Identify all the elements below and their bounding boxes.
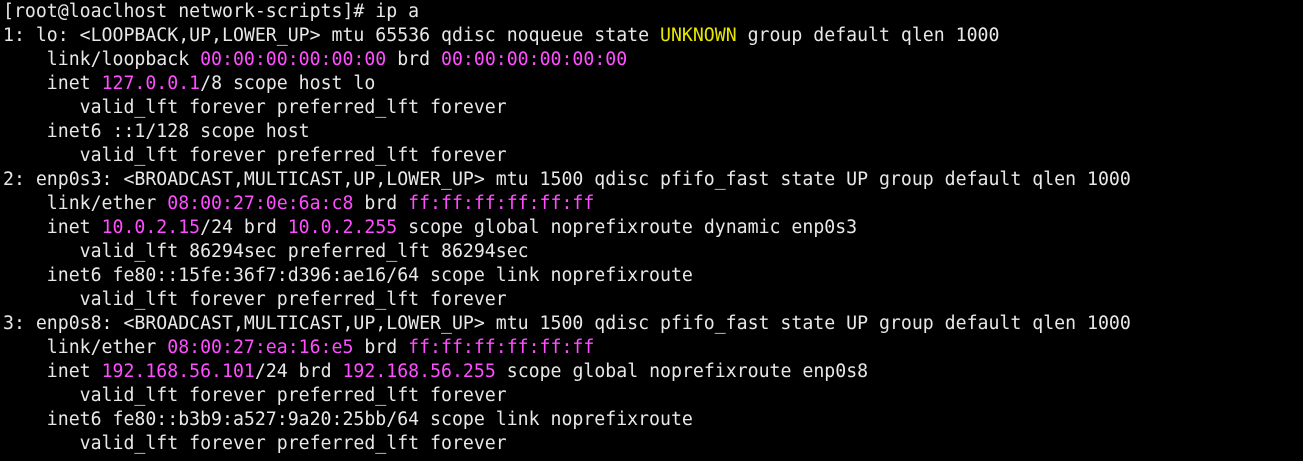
output-text: inet6 ::1/128 scope host (3, 121, 310, 142)
output-line: inet 192.168.56.101/24 brd 192.168.56.25… (3, 360, 1303, 384)
output-line: valid_lft forever preferred_lft forever (3, 384, 1303, 408)
output-line: 3: enp0s8: <BROADCAST,MULTICAST,UP,LOWER… (3, 312, 1303, 336)
output-text: brd (353, 337, 409, 358)
output-line: 2: enp0s3: <BROADCAST,MULTICAST,UP,LOWER… (3, 168, 1303, 192)
state-value: UNKNOWN (660, 25, 737, 46)
output-line: 1: lo: <LOOPBACK,UP,LOWER_UP> mtu 65536 … (3, 24, 1303, 48)
output-text: inet6 fe80::b3b9:a527:9a20:25bb/64 scope… (3, 409, 693, 430)
output-line: valid_lft forever preferred_lft forever (3, 96, 1303, 120)
output-text: inet (3, 217, 102, 238)
address-value: ff:ff:ff:ff:ff:ff (408, 193, 595, 214)
output-text: 3: enp0s8: <BROADCAST,MULTICAST,UP,LOWER… (3, 313, 1131, 334)
output-text: 2: enp0s3: <BROADCAST,MULTICAST,UP,LOWER… (3, 169, 1131, 190)
output-text: valid_lft forever preferred_lft forever (3, 145, 507, 166)
output-line: inet 10.0.2.15/24 brd 10.0.2.255 scope g… (3, 216, 1303, 240)
address-value: 00:00:00:00:00:00 (200, 49, 387, 70)
output-line: valid_lft 86294sec preferred_lft 86294se… (3, 240, 1303, 264)
address-value: 192.168.56.101 (101, 361, 255, 382)
output-text: /24 brd (200, 217, 288, 238)
output-line: valid_lft forever preferred_lft forever (3, 144, 1303, 168)
output-text: brd (353, 193, 409, 214)
output-text: inet6 fe80::15fe:36f7:d396:ae16/64 scope… (3, 265, 693, 286)
address-value: 00:00:00:00:00:00 (441, 49, 628, 70)
output-line: link/ether 08:00:27:0e:6a:c8 brd ff:ff:f… (3, 192, 1303, 216)
address-value: 08:00:27:ea:16:e5 (167, 337, 354, 358)
command-text: [root@loaclhost network-scripts]# ip a (3, 1, 420, 22)
output-text: /8 scope host lo (200, 73, 376, 94)
terminal-window[interactable]: [root@loaclhost network-scripts]# ip a 1:… (0, 0, 1303, 461)
output-line: valid_lft forever preferred_lft forever (3, 288, 1303, 312)
output-text: group default qlen 1000 (736, 25, 1000, 46)
output-text: inet (3, 361, 102, 382)
output-text: inet (3, 73, 102, 94)
output-text: link/ether (3, 193, 168, 214)
output-line: valid_lft forever preferred_lft forever (3, 432, 1303, 456)
address-value: 127.0.0.1 (101, 73, 201, 94)
output-text: link/loopback (3, 49, 201, 70)
address-value: 10.0.2.255 (287, 217, 398, 238)
output-text: valid_lft forever preferred_lft forever (3, 289, 507, 310)
output-text: brd (386, 49, 442, 70)
output-text: 1: lo: <LOOPBACK,UP,LOWER_UP> mtu 65536 … (3, 25, 660, 46)
output-text: /24 brd (254, 361, 343, 382)
address-value: ff:ff:ff:ff:ff:ff (408, 337, 595, 358)
output-line: inet6 ::1/128 scope host (3, 120, 1303, 144)
output-text: valid_lft forever preferred_lft forever (3, 433, 507, 454)
output-text: scope global noprefixroute enp0s8 (495, 361, 869, 382)
output-text: scope global noprefixroute dynamic enp0s… (397, 217, 858, 238)
output-text: valid_lft forever preferred_lft forever (3, 97, 507, 118)
output-text: valid_lft 86294sec preferred_lft 86294se… (3, 241, 529, 262)
output-line: link/ether 08:00:27:ea:16:e5 brd ff:ff:f… (3, 336, 1303, 360)
address-value: 192.168.56.255 (342, 361, 496, 382)
address-value: 10.0.2.15 (101, 217, 201, 238)
output-text: valid_lft forever preferred_lft forever (3, 385, 507, 406)
output-line: link/loopback 00:00:00:00:00:00 brd 00:0… (3, 48, 1303, 72)
output-line: inet6 fe80::15fe:36f7:d396:ae16/64 scope… (3, 264, 1303, 288)
output-line: inet 127.0.0.1/8 scope host lo (3, 72, 1303, 96)
command-prompt-line: [root@loaclhost network-scripts]# ip a (3, 0, 1303, 24)
output-line: inet6 fe80::b3b9:a527:9a20:25bb/64 scope… (3, 408, 1303, 432)
output-text: link/ether (3, 337, 168, 358)
address-value: 08:00:27:0e:6a:c8 (167, 193, 354, 214)
